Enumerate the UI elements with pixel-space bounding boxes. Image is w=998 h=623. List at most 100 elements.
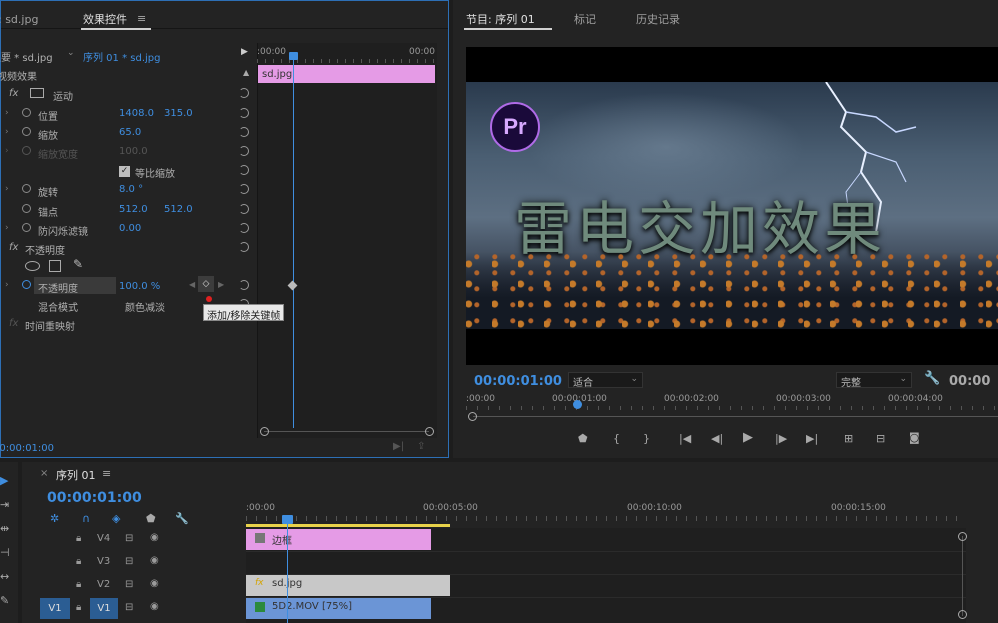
extract-icon[interactable]: ⊟	[876, 432, 885, 445]
timeline-ruler[interactable]: :00:00 00:00:05:00 00:00:10:00 00:00:15:…	[246, 498, 966, 526]
pen-tool-icon[interactable]: ✎	[0, 594, 9, 607]
step-forward-icon[interactable]: |▶	[775, 432, 787, 445]
position-x-value[interactable]: 1408.0	[119, 108, 154, 119]
video-frame[interactable]: Pr 雷电交加效果	[466, 47, 998, 365]
panel-menu-icon[interactable]: ≡	[102, 467, 111, 480]
anchor-x-value[interactable]: 512.0	[119, 204, 148, 215]
add-marker-icon[interactable]: ⬟	[578, 432, 588, 445]
program-zoom-bar[interactable]	[473, 416, 998, 417]
play-icon[interactable]: ▶	[743, 430, 753, 445]
program-timecode[interactable]: 00:00:01:00	[474, 374, 562, 389]
wrench-icon[interactable]: 🔧	[924, 371, 940, 386]
ec-playhead[interactable]	[293, 53, 294, 428]
stopwatch-icon[interactable]	[22, 223, 31, 232]
prev-keyframe-icon[interactable]: ◀	[189, 280, 195, 289]
work-area-bar[interactable]	[246, 524, 450, 527]
wrench-icon[interactable]: 🔧	[175, 512, 189, 525]
stopwatch-icon[interactable]	[22, 184, 31, 193]
close-icon[interactable]: ×	[40, 468, 48, 479]
vertical-scrollbar[interactable]	[962, 536, 963, 616]
ellipse-mask-icon[interactable]	[25, 261, 40, 271]
scroll-handle-bottom[interactable]	[958, 610, 967, 619]
reset-icon[interactable]	[239, 204, 249, 214]
pen-mask-icon[interactable]: ✎	[73, 257, 83, 271]
expand-icon[interactable]: ›	[5, 108, 9, 118]
expand-icon[interactable]: ›	[5, 184, 9, 194]
eye-icon[interactable]: ◉	[150, 601, 159, 612]
position-y-value[interactable]: 315.0	[164, 108, 193, 119]
magnet-icon[interactable]: ∩	[82, 512, 90, 525]
add-keyframe-button[interactable]: ◇	[198, 276, 214, 292]
eye-icon[interactable]: ◉	[150, 532, 159, 543]
scroll-handle-right[interactable]	[425, 427, 434, 436]
quality-select[interactable]: 完整 ⌄	[836, 372, 912, 389]
play-only-icon[interactable]: ▶	[241, 47, 248, 57]
go-to-in-icon[interactable]: |◀	[679, 432, 691, 445]
timeline-playhead-handle[interactable]	[282, 515, 293, 524]
blend-mode-select[interactable]: 颜色减淡	[125, 299, 165, 314]
sync-icon[interactable]: ⊟	[125, 579, 133, 590]
scroll-handle-left[interactable]	[260, 427, 269, 436]
rotation-value[interactable]: 8.0 °	[119, 184, 143, 195]
timeline-timecode[interactable]: 00:00:01:00	[47, 490, 142, 506]
tab-sequence[interactable]: 序列 01	[56, 467, 96, 483]
lock-icon[interactable]: 🔒︎	[76, 602, 81, 613]
slip-tool-icon[interactable]: ↔	[0, 570, 9, 583]
reset-icon[interactable]	[239, 127, 249, 137]
clip-v1[interactable]: 5D2.MOV [75%]	[246, 598, 431, 619]
next-keyframe-icon[interactable]: ▶	[218, 280, 224, 289]
master-clip-label[interactable]: 主要 * sd.jpg	[0, 49, 53, 64]
reset-icon[interactable]	[239, 108, 249, 118]
expand-icon[interactable]: ›	[5, 280, 9, 290]
stopwatch-icon[interactable]	[22, 127, 31, 136]
razor-tool-icon[interactable]: ⊣	[0, 546, 10, 559]
expand-icon[interactable]: ›	[5, 127, 9, 137]
tab-source[interactable]: 源: sd.jpg	[0, 11, 38, 27]
lock-icon[interactable]: 🔒︎	[76, 579, 81, 590]
stopwatch-icon[interactable]	[22, 108, 31, 117]
eye-icon[interactable]: ◉	[150, 578, 159, 589]
snap-icon[interactable]: ✲	[50, 512, 59, 525]
mark-out-icon[interactable]: }	[643, 432, 650, 445]
sync-icon[interactable]: ⊟	[125, 556, 133, 567]
reset-icon[interactable]	[239, 184, 249, 194]
opacity-value[interactable]: 100.0 %	[119, 281, 160, 292]
reset-icon[interactable]	[239, 165, 249, 175]
filter-icon[interactable]: ▶|	[393, 441, 404, 452]
track-select-icon[interactable]: ⇥	[0, 498, 9, 511]
sequence-clip-label[interactable]: 序列 01 * sd.jpg	[83, 49, 160, 64]
scroll-handle-left[interactable]	[468, 412, 477, 421]
antiflicker-value[interactable]: 0.00	[119, 223, 141, 234]
lift-icon[interactable]: ⊞	[844, 432, 853, 445]
clip-v4[interactable]: 边框	[246, 529, 431, 550]
fit-select[interactable]: 适合 ⌄	[568, 372, 643, 389]
tab-markers[interactable]: 标记	[574, 11, 596, 27]
linked-selection-icon[interactable]: ◈	[112, 512, 120, 525]
scale-value[interactable]: 65.0	[119, 127, 141, 138]
marker-icon[interactable]: ⬟	[146, 512, 156, 525]
panel-menu-icon[interactable]: ≡	[137, 12, 146, 25]
step-back-icon[interactable]: ◀|	[711, 432, 723, 445]
chevron-down-icon[interactable]: ⌄	[67, 48, 75, 58]
anchor-y-value[interactable]: 512.0	[164, 204, 193, 215]
reset-icon[interactable]	[239, 280, 249, 290]
go-to-out-icon[interactable]: ▶|	[806, 432, 818, 445]
lock-icon[interactable]: 🔒︎	[76, 556, 81, 567]
selection-tool-icon[interactable]: ▶	[0, 474, 8, 487]
program-playhead[interactable]	[573, 400, 582, 409]
scroll-handle-top[interactable]	[958, 532, 967, 541]
source-patch-v1[interactable]: V1	[40, 598, 70, 619]
track-target-v1[interactable]: V1	[90, 598, 118, 619]
reset-icon[interactable]	[239, 242, 249, 252]
stopwatch-icon[interactable]	[22, 204, 31, 213]
sync-icon[interactable]: ⊟	[125, 602, 133, 613]
export-icon[interactable]: ⇪	[417, 441, 425, 452]
ec-current-time[interactable]: 00:00:01:00	[0, 443, 54, 454]
mark-in-icon[interactable]: {	[613, 432, 620, 445]
clip-v2[interactable]: sd.jpg	[246, 575, 450, 596]
collapse-arrow-icon[interactable]: ▲	[243, 68, 249, 77]
timeline-playhead[interactable]	[287, 518, 288, 623]
tab-program[interactable]: 节目: 序列 01	[466, 11, 535, 27]
motion-transform-icon[interactable]	[30, 88, 44, 98]
reset-icon[interactable]	[239, 146, 249, 156]
